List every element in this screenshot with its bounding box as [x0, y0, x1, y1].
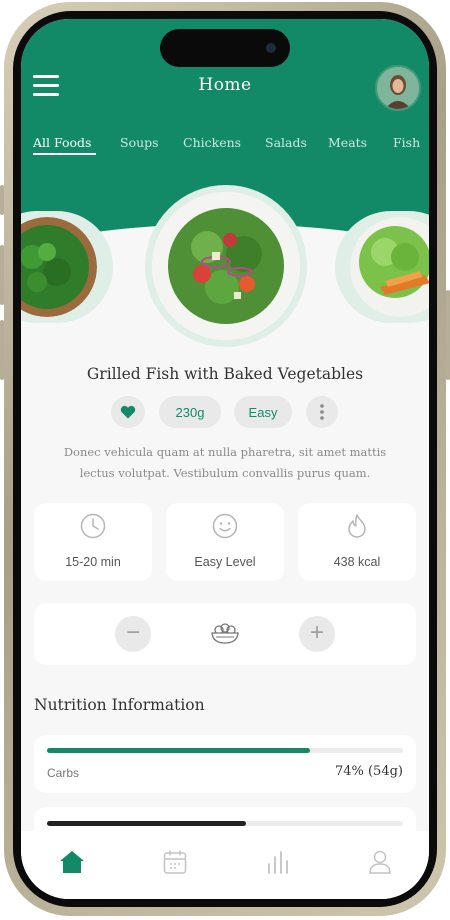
tab-salads[interactable]: Salads: [265, 135, 307, 150]
heart-icon: [120, 405, 136, 419]
salad-bowl-icon: [211, 623, 239, 644]
active-tab-indicator: [33, 153, 96, 155]
dish-description: Donec vehicula quam at nulla pharetra, s…: [63, 445, 387, 480]
nutrient-label: Carbs: [47, 766, 80, 780]
category-tabs: All Foods Soups Chickens Salads Meats Fi…: [33, 135, 429, 165]
tab-meats[interactable]: Meats: [328, 135, 367, 150]
carbs-progress: [47, 748, 403, 753]
nutrition-row: Carbs 74% (54g): [34, 735, 416, 793]
nutrient-value: 74% (54g): [334, 764, 403, 779]
calories-value: 438 kcal: [333, 555, 381, 569]
chart-icon[interactable]: [266, 849, 290, 875]
serving-card: − +: [34, 603, 416, 665]
featured-dish-image: [145, 185, 307, 347]
level-value: Easy Level: [194, 555, 256, 569]
page-title: Home: [198, 75, 252, 95]
dynamic-island: [160, 29, 290, 67]
time-card: 15-20 min: [34, 503, 152, 581]
camera-icon: [266, 43, 276, 53]
smile-icon: [212, 513, 238, 539]
calories-card: 438 kcal: [298, 503, 416, 581]
mute-switch: [0, 185, 4, 215]
nutrient-progress: [47, 821, 403, 826]
more-vertical-icon: [320, 404, 324, 420]
tab-all-foods[interactable]: All Foods: [33, 135, 91, 150]
bottom-navigation: [21, 831, 429, 899]
flame-icon: [348, 514, 366, 538]
power-button: [446, 290, 450, 380]
home-icon[interactable]: [59, 849, 85, 875]
volume-up-button: [0, 245, 4, 305]
app-screen: Home All Foods Soups Chickens Salads Mea…: [21, 19, 429, 899]
dish-title: Grilled Fish with Baked Vegetables: [86, 365, 364, 383]
weight-badge: 230g: [159, 396, 221, 428]
plus-icon[interactable]: +: [299, 616, 335, 652]
minus-icon[interactable]: −: [115, 616, 151, 652]
time-value: 15-20 min: [65, 555, 121, 569]
calendar-icon[interactable]: [163, 849, 187, 875]
tab-soups[interactable]: Soups: [120, 135, 159, 150]
tab-chickens[interactable]: Chickens: [183, 135, 241, 150]
difficulty-badge: Easy: [234, 396, 292, 428]
more-button[interactable]: [306, 396, 338, 428]
level-card: Easy Level: [166, 503, 284, 581]
user-icon[interactable]: [368, 849, 392, 875]
carbs-progress-fill: [47, 748, 311, 753]
nutrient-progress-fill: [47, 821, 247, 826]
volume-down-button: [0, 320, 4, 380]
favorite-button[interactable]: [111, 396, 145, 428]
nutrition-title: Nutrition Information: [34, 696, 205, 714]
clock-icon: [80, 513, 106, 539]
tab-fish[interactable]: Fish: [393, 135, 420, 150]
avatar[interactable]: [375, 65, 421, 111]
